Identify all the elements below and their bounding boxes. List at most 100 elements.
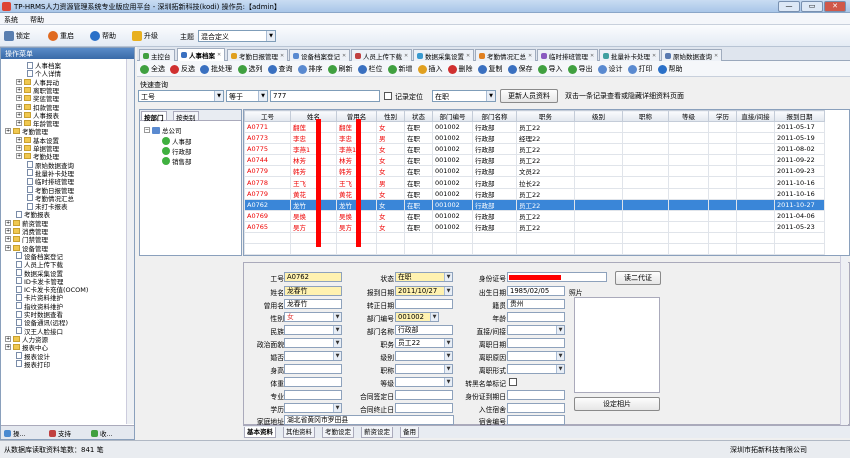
column-header[interactable]: 报到日期	[774, 110, 825, 122]
weight-field[interactable]	[284, 377, 342, 387]
tab-salary-settings[interactable]: 薪资设定	[361, 427, 393, 438]
toolbar-button-4[interactable]: 查询	[267, 63, 293, 75]
tab-8[interactable]: 批量补卡处理 ✕	[599, 49, 661, 61]
report-date-field[interactable]: 2011/10/27 ▼	[395, 286, 453, 296]
table-row[interactable]: A0775 李燕1 李燕1 女在职 001002 行政部 员工22 2011-08-02	[244, 143, 825, 156]
table-row[interactable]: A0769 吴焕 吴焕女在职 001002 行政部 员工22 2011-04-06	[244, 209, 825, 222]
leave-type-select[interactable]: ▼	[507, 364, 565, 374]
toolbar-button-3[interactable]: 选列	[237, 63, 263, 75]
major-field[interactable]	[284, 390, 342, 400]
table-row[interactable]: A0779 黄花 黄花女在职 001002 行政部 员工22 2011-10-16	[244, 187, 825, 200]
expand-icon[interactable]: +	[5, 128, 11, 135]
toolbar-button-9[interactable]: 插入	[417, 63, 443, 75]
read-id-card-button[interactable]: 读二代证	[615, 271, 661, 285]
tab-0[interactable]: 主控台	[139, 49, 175, 61]
contract-sign-field[interactable]	[395, 390, 453, 400]
tab-7[interactable]: 临时排班管理 ✕	[537, 49, 599, 61]
close-icon[interactable]: ✕	[652, 53, 656, 59]
help-button[interactable]: 帮助	[88, 29, 118, 43]
column-header[interactable]: 性别	[376, 110, 405, 122]
tab-5[interactable]: 数据采集设置 ✕	[413, 49, 475, 61]
column-header[interactable]: 直接/间接	[736, 110, 775, 122]
toolbar-button-16[interactable]: 打印	[627, 63, 653, 75]
close-icon[interactable]: ✕	[404, 53, 408, 59]
toolbar-button-10[interactable]: 删除	[447, 63, 473, 75]
upgrade-button[interactable]: 升级	[130, 29, 160, 43]
expand-icon[interactable]: +	[5, 219, 11, 226]
refresh-employee-button[interactable]: 更新人员资料	[500, 89, 558, 103]
table-row[interactable]: A0771 翻莲 翻莲女在职 001002 行政部 员工22 2011-05-17	[244, 120, 825, 134]
tab-1[interactable]: 人事档案 ✕	[177, 48, 226, 61]
detail-scrollbar[interactable]	[840, 256, 848, 425]
tab-other-info[interactable]: 其他资料	[283, 427, 315, 438]
tab-6[interactable]: 考勤情况汇总 ✕	[475, 49, 537, 61]
table-row[interactable]: A0778 王飞 王飞男在职 001002 行政部 拉长22 2011-10-16	[244, 176, 825, 189]
maximize-button[interactable]: ▭	[801, 1, 823, 12]
toolbar-button-13[interactable]: 导入	[537, 63, 563, 75]
toolbar-button-11[interactable]: 复制	[477, 63, 503, 75]
close-icon[interactable]: ✕	[466, 53, 470, 59]
column-header[interactable]: 部门编号	[432, 110, 473, 122]
set-photo-button[interactable]: 设定相片	[574, 397, 660, 411]
birth-field[interactable]: 1985/02/05	[507, 286, 565, 296]
expand-icon[interactable]: +	[16, 153, 22, 160]
toolbar-button-1[interactable]: 反选	[170, 63, 195, 75]
sidebar-tab-fav[interactable]: 收...	[91, 428, 113, 438]
status-filter-select[interactable]: 在职 ▼	[432, 90, 496, 102]
toolbar-button-5[interactable]: 排序	[297, 63, 323, 75]
expand-icon[interactable]: +	[5, 244, 11, 251]
tree-dept[interactable]: 人事部	[162, 137, 192, 146]
expand-icon[interactable]: +	[5, 335, 11, 342]
contract-end-field[interactable]	[395, 403, 453, 413]
tab-attendance-settings[interactable]: 考勤设定	[322, 427, 354, 438]
dept-no-select[interactable]: 001002 ▼	[395, 312, 439, 322]
level-select[interactable]: ▼	[395, 351, 453, 361]
politics-select[interactable]: ▼	[284, 338, 342, 348]
minimize-button[interactable]: —	[778, 1, 800, 12]
toolbar-button-2[interactable]: 批处理	[200, 63, 232, 75]
menu-help[interactable]: 帮助	[30, 15, 44, 25]
position-select[interactable]: 员工22 ▼	[395, 338, 453, 348]
direct-select[interactable]: ▼	[507, 325, 565, 335]
column-header[interactable]: 学历	[708, 110, 737, 122]
column-header[interactable]: 部门名称	[472, 110, 517, 122]
toolbar-button-14[interactable]: 导出	[567, 63, 593, 75]
column-header[interactable]: 职务	[516, 110, 575, 122]
former-name-field[interactable]: 龙春竹	[284, 299, 342, 309]
column-header[interactable]: 职称	[622, 110, 669, 122]
close-icon[interactable]: ✕	[714, 53, 718, 59]
gender-select[interactable]: 女 ▼	[284, 312, 342, 322]
tab-spare[interactable]: 备用	[400, 427, 419, 438]
status-select[interactable]: 在职 ▼	[395, 272, 453, 282]
id-no-field[interactable]	[507, 272, 607, 282]
toolbar-button-17[interactable]: 帮助	[657, 63, 683, 75]
expand-icon[interactable]: +	[16, 145, 22, 151]
tab-4[interactable]: 人员上传下载 ✕	[351, 49, 413, 61]
name-field[interactable]: 龙春竹	[284, 286, 342, 296]
expand-icon[interactable]: +	[16, 103, 22, 110]
toolbar-button-15[interactable]: 设计	[597, 63, 623, 75]
table-row[interactable]: A0773 李忠 李忠男在职 001002 行政部 经理22 2011-05-19	[244, 132, 825, 145]
age-field[interactable]	[507, 312, 565, 322]
theme-select[interactable]: 混合定义 ▼	[198, 30, 276, 42]
restart-button[interactable]: 重启	[46, 29, 76, 43]
expand-icon[interactable]: +	[5, 236, 11, 243]
expand-icon[interactable]: +	[5, 228, 11, 234]
lock-button[interactable]: 锁定	[2, 29, 32, 43]
toolbar-button-8[interactable]: 新增	[387, 63, 413, 75]
expand-icon[interactable]: +	[5, 344, 11, 351]
close-icon[interactable]: ✕	[590, 53, 594, 59]
toolbar-button-6[interactable]: 刷新	[327, 63, 353, 75]
search-value-input[interactable]: 777	[270, 90, 380, 102]
expand-icon[interactable]: +	[16, 95, 22, 102]
regular-date-field[interactable]	[395, 299, 453, 309]
height-field[interactable]	[284, 364, 342, 374]
tree-dept[interactable]: 销售部	[162, 157, 192, 166]
tab-3[interactable]: 设备档案登记 ✕	[289, 49, 351, 61]
grade-select[interactable]: ▼	[395, 377, 453, 387]
sidebar-tab-support[interactable]: 支持	[49, 428, 71, 438]
toolbar-button-12[interactable]: 保存	[507, 63, 533, 75]
sidebar-tab-ops[interactable]: 操...	[4, 428, 26, 438]
expand-icon[interactable]: +	[16, 136, 22, 143]
tree-dept[interactable]: 行政部	[162, 147, 192, 156]
